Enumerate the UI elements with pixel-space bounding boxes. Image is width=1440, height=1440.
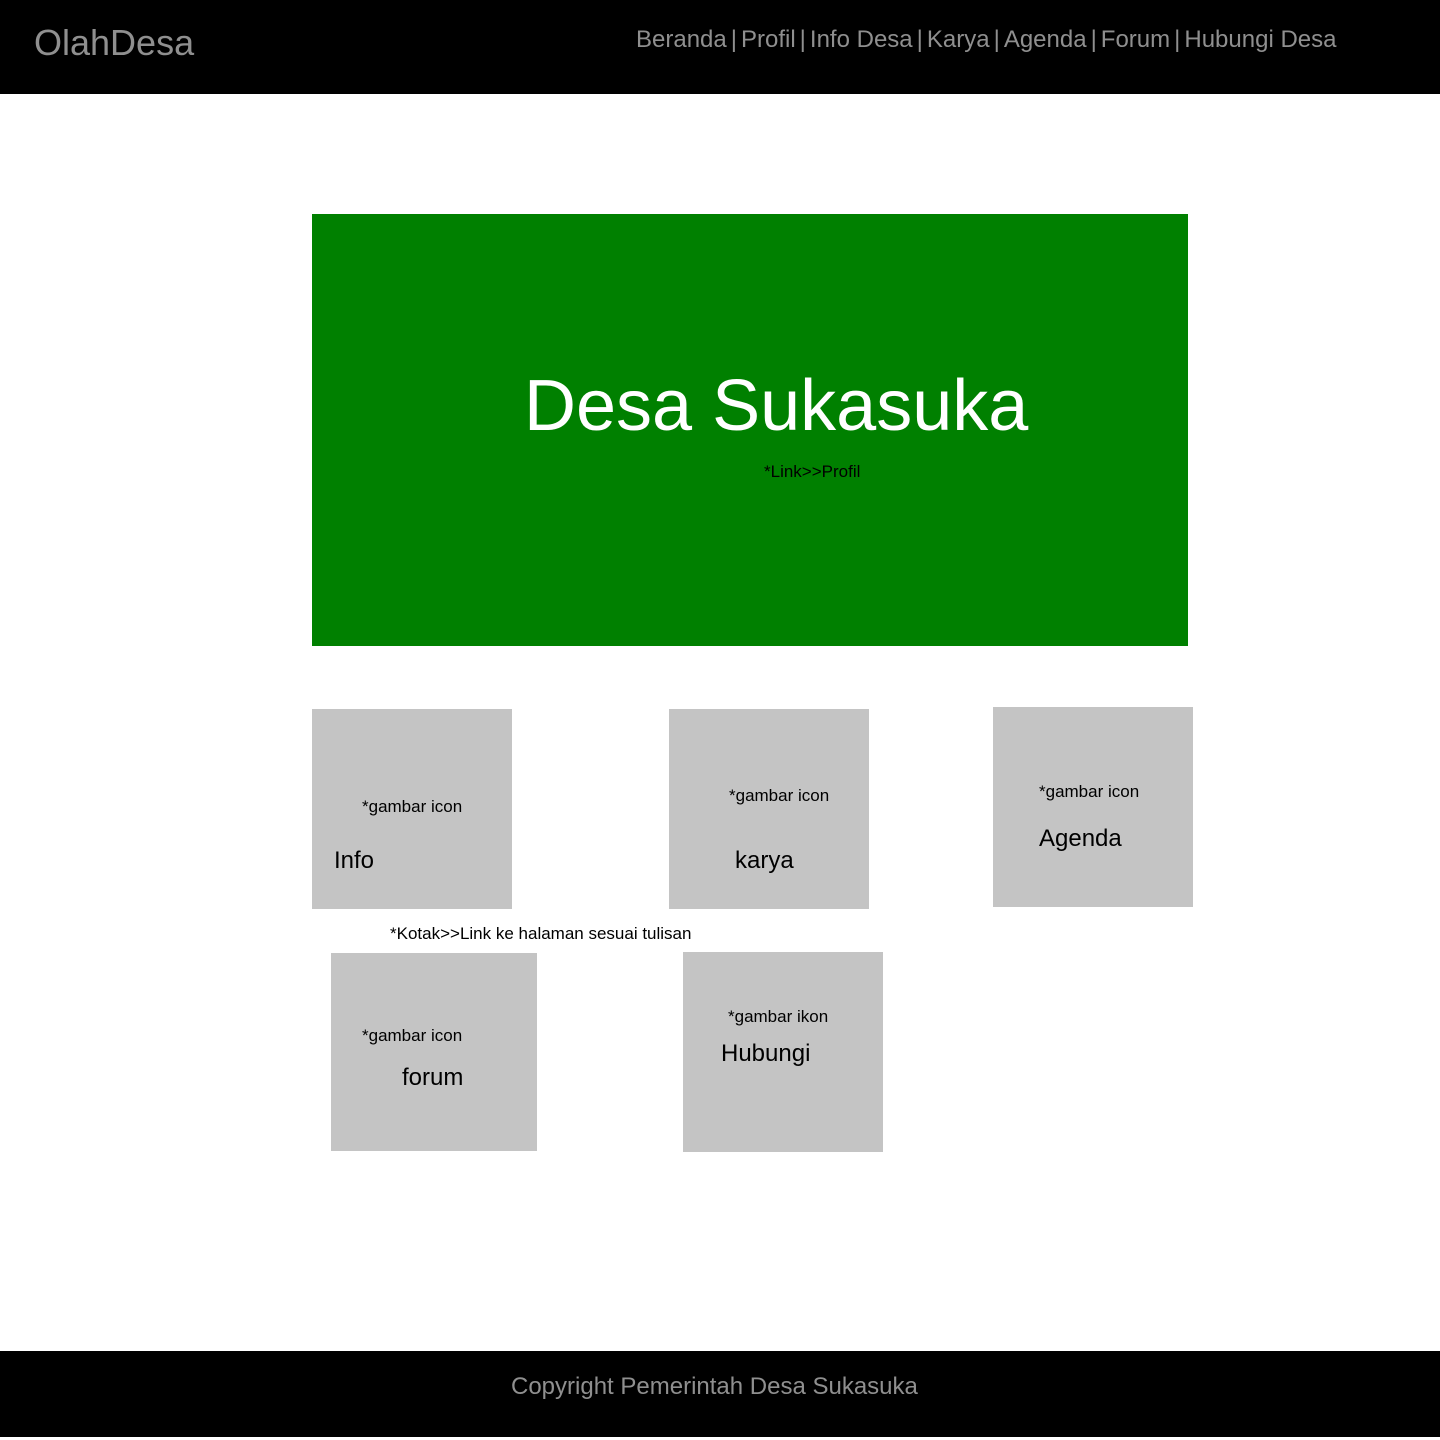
nav-separator: | xyxy=(1174,26,1181,53)
nav-separator: | xyxy=(916,26,923,53)
nav-info-desa[interactable]: Info Desa xyxy=(810,26,913,53)
tile-icon-placeholder: *gambar ikon xyxy=(728,1007,829,1026)
tile-icon-placeholder: *gambar icon xyxy=(362,797,463,816)
main-nav: Beranda | Profil | Info Desa | Karya | Agenda | Fo… xyxy=(636,24,1336,56)
hero-title: Desa Sukasuka xyxy=(524,366,1029,446)
tile-forum[interactable]: *gambar icon forum xyxy=(331,953,537,1151)
tile-label: karya xyxy=(735,847,794,874)
nav-separator: | xyxy=(730,26,737,53)
nav-agenda[interactable]: Agenda xyxy=(1004,26,1087,53)
nav-profil[interactable]: Profil xyxy=(741,26,796,53)
nav-separator: | xyxy=(993,26,1000,53)
tile-icon-placeholder: *gambar icon xyxy=(729,786,830,805)
tile-label: forum xyxy=(402,1064,464,1091)
nav-beranda[interactable]: Beranda xyxy=(636,26,727,53)
tile-karya[interactable]: *gambar icon karya xyxy=(669,709,869,909)
nav-forum[interactable]: Forum xyxy=(1101,26,1170,53)
nav-hubungi-desa[interactable]: Hubungi Desa xyxy=(1184,26,1336,53)
nav-separator: | xyxy=(1090,26,1097,53)
site-logo[interactable]: OlahDesa xyxy=(34,22,194,64)
copyright-text: Copyright Pemerintah Desa Sukasuka xyxy=(511,1373,918,1400)
tiles-annotation: *Kotak>>Link ke halaman sesuai tulisan xyxy=(390,924,692,943)
tile-label: Agenda xyxy=(1039,825,1122,852)
tile-agenda[interactable]: *gambar icon Agenda xyxy=(993,707,1193,907)
tile-hubungi[interactable]: *gambar ikon Hubungi xyxy=(683,952,883,1152)
tile-info[interactable]: *gambar icon Info xyxy=(312,709,512,909)
tile-icon-placeholder: *gambar icon xyxy=(1039,782,1140,801)
nav-separator: | xyxy=(799,26,806,53)
top-bar: OlahDesa Beranda | Profil | Info Desa | Karya |… xyxy=(0,0,1440,94)
tile-label: Hubungi xyxy=(721,1040,811,1067)
tile-icon-placeholder: *gambar icon xyxy=(362,1026,463,1045)
page: OlahDesa Beranda | Profil | Info Desa | Karya |… xyxy=(0,0,1440,1440)
tile-label: Info xyxy=(334,847,375,874)
footer-bar: Copyright Pemerintah Desa Sukasuka xyxy=(0,1351,1440,1437)
nav-karya[interactable]: Karya xyxy=(927,26,990,53)
hero-annotation: *Link>>Profil xyxy=(764,462,861,481)
